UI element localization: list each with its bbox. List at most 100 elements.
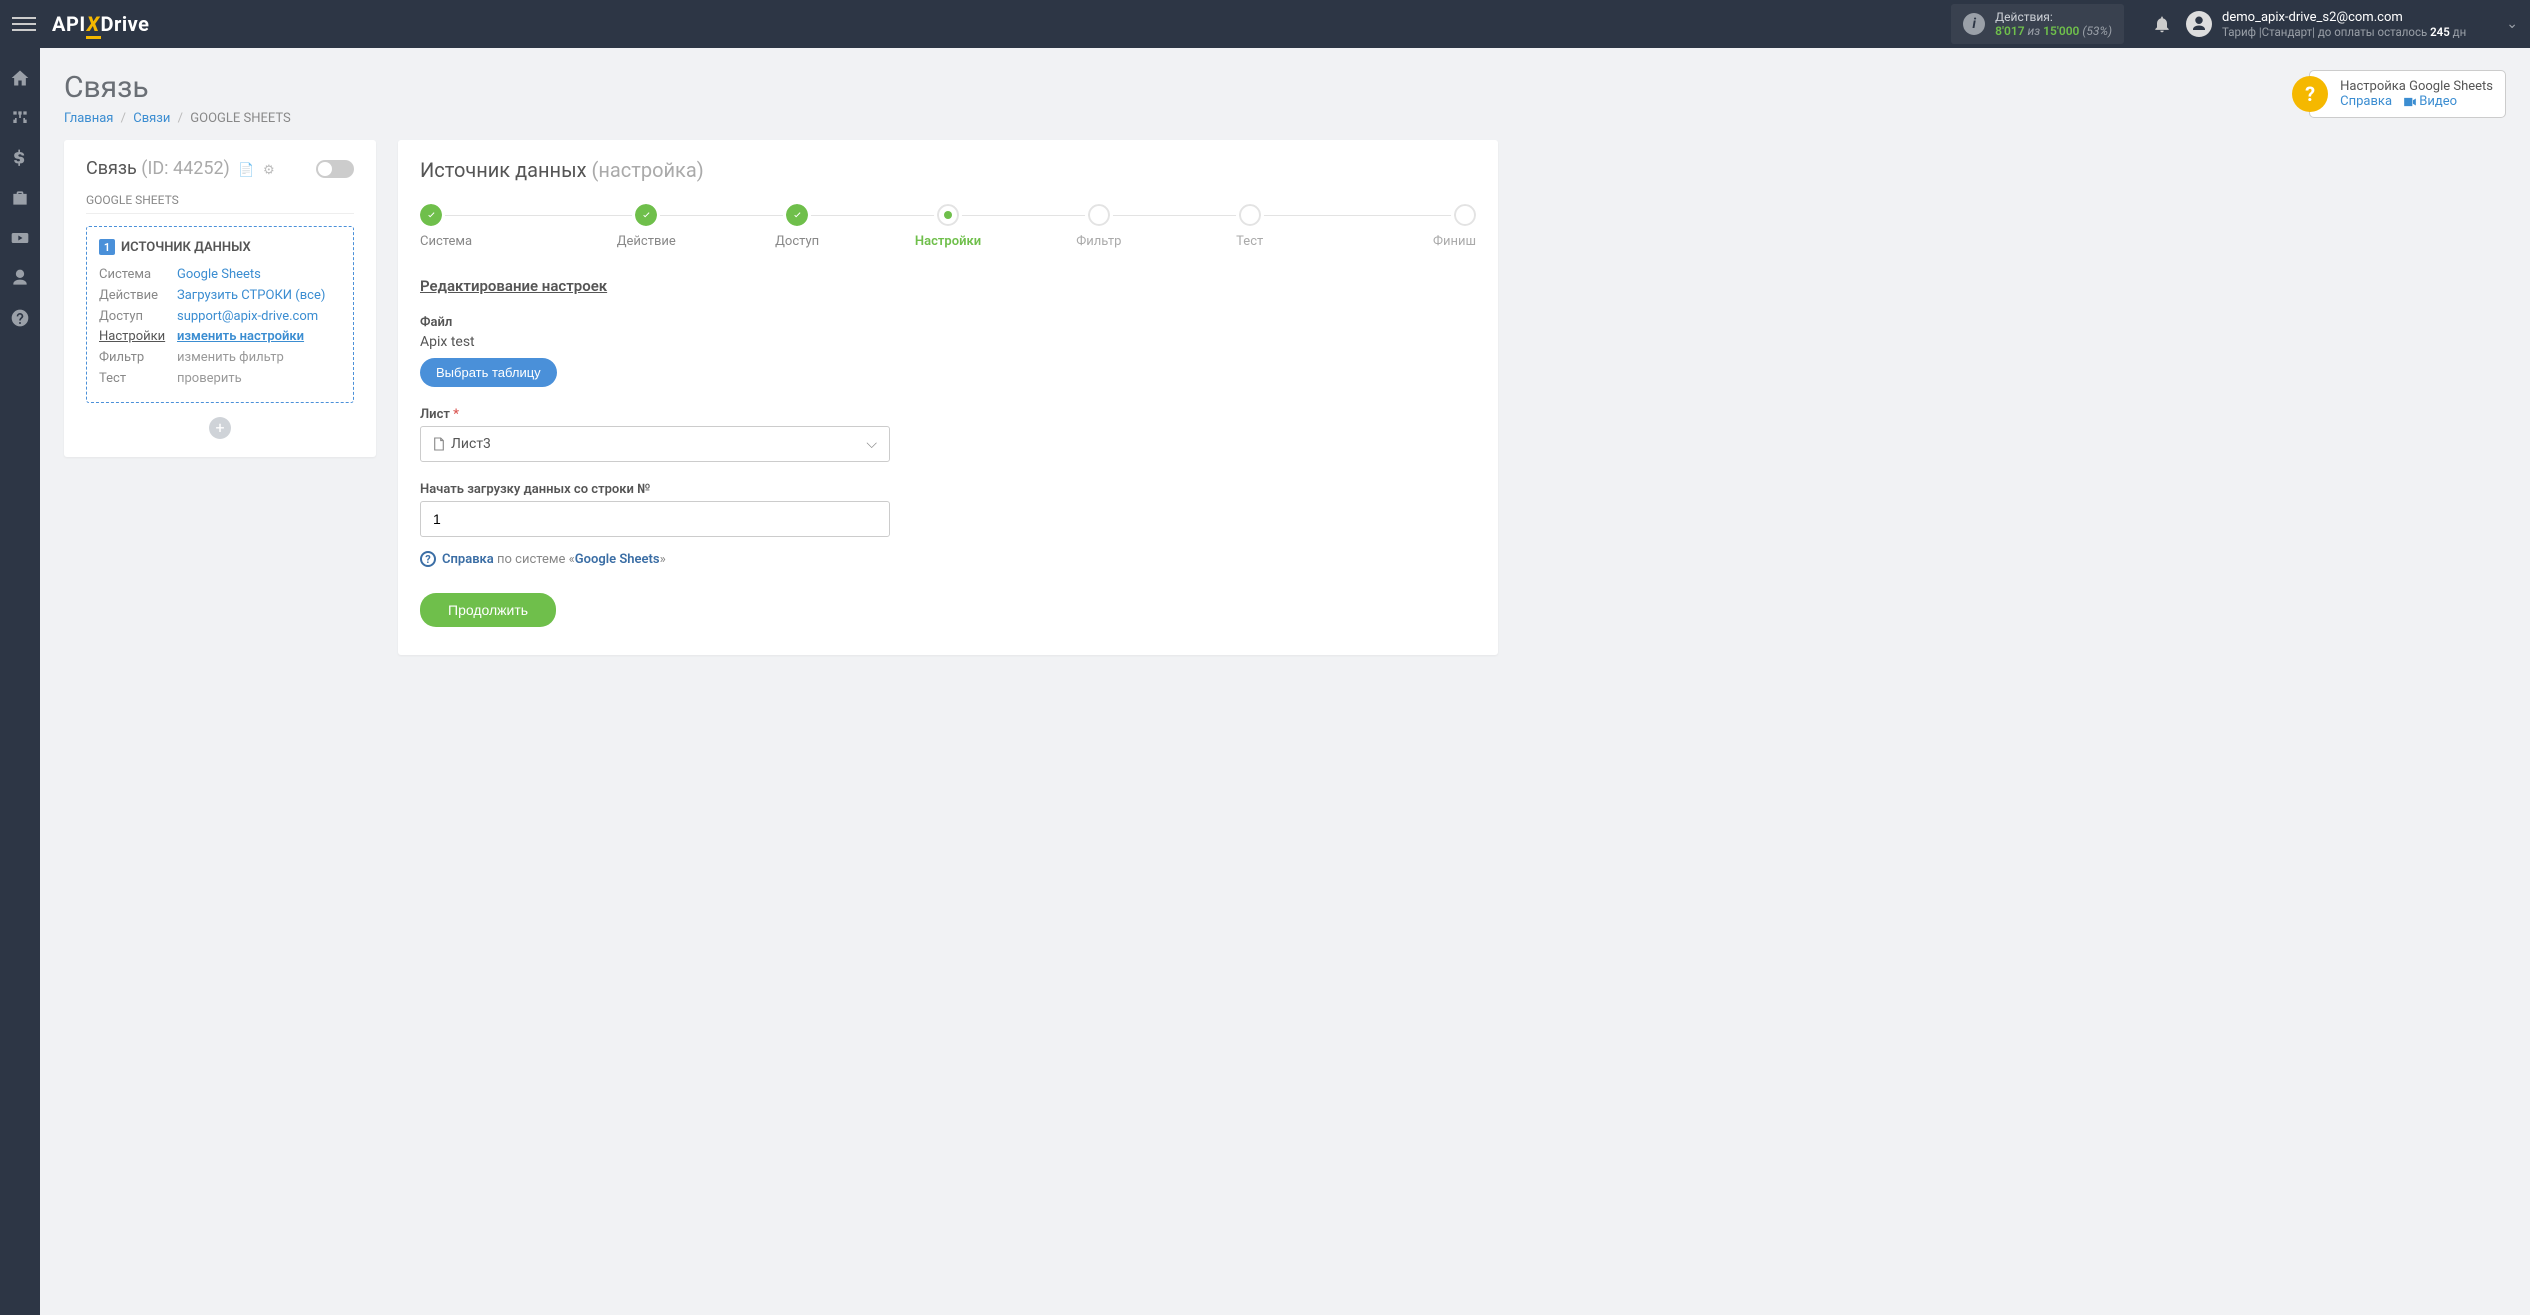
user-menu[interactable]: demo_apix-drive_s2@com.com Тариф |Станда… xyxy=(2186,10,2518,39)
actions-count: 8'017 xyxy=(1995,24,2024,38)
choose-table-button[interactable]: Выбрать таблицу xyxy=(420,358,557,387)
file-label: Файл xyxy=(420,315,1476,330)
step-фильтр: Фильтр xyxy=(1023,204,1174,249)
user-icon[interactable] xyxy=(10,268,30,288)
stepper: Система Действие Доступ Настройки Фильтр Тест… xyxy=(420,204,1476,249)
home-icon[interactable] xyxy=(10,68,30,88)
actions-counter[interactable]: i Действия: 8'017 из 15'000 (53%) xyxy=(1951,4,2124,44)
side-title: Связь xyxy=(86,158,137,179)
chevron-down-icon: ⌄ xyxy=(2506,16,2518,32)
main-card: Источник данных (настройка) Система Дейст… xyxy=(398,140,1498,655)
logo-part-3: Drive xyxy=(101,12,150,36)
step-dot xyxy=(420,204,442,226)
sheet-icon xyxy=(433,437,445,451)
question-circle-icon: ? xyxy=(420,551,436,567)
source-row[interactable]: Настройкиизменить настройки xyxy=(99,327,341,348)
source-row-value: Google Sheets xyxy=(177,265,261,286)
actions-label: Действия: xyxy=(1995,10,2112,24)
step-label: Тест xyxy=(1236,234,1263,249)
step-label: Финиш xyxy=(1433,234,1476,249)
source-row-value: изменить фильтр xyxy=(177,348,284,369)
side-id: (ID: 44252) xyxy=(141,158,230,179)
menu-icon[interactable] xyxy=(12,12,36,36)
top-header: APIXDrive i Действия: 8'017 из 15'000 (5… xyxy=(0,0,2530,48)
actions-total: 15'000 xyxy=(2043,24,2079,38)
step-действие[interactable]: Действие xyxy=(571,204,722,249)
step-доступ[interactable]: Доступ xyxy=(722,204,873,249)
source-row-key: Тест xyxy=(99,369,177,390)
required-mark: * xyxy=(453,407,459,422)
step-настройки[interactable]: Настройки xyxy=(873,204,1024,249)
user-tariff: Тариф |Стандарт| до оплаты осталось 245 … xyxy=(2222,25,2466,39)
source-row-key: Доступ xyxy=(99,307,177,328)
sheet-label: Лист xyxy=(420,407,450,422)
step-label: Настройки xyxy=(915,234,981,249)
chevron-down-icon: ⌵ xyxy=(866,436,877,452)
connections-icon[interactable] xyxy=(10,108,30,128)
copy-icon[interactable]: 📄 xyxy=(238,163,254,178)
gear-icon[interactable]: ⚙ xyxy=(263,163,275,178)
step-финиш: Финиш xyxy=(1325,204,1476,249)
mc-subtitle: (настройка) xyxy=(592,158,704,182)
help-system-name[interactable]: Google Sheets xyxy=(575,552,660,567)
source-row-key: Фильтр xyxy=(99,348,177,369)
actions-of: из xyxy=(2028,24,2041,38)
user-email: demo_apix-drive_s2@com.com xyxy=(2222,10,2466,25)
help-title: Настройка Google Sheets xyxy=(2340,79,2493,94)
breadcrumb: Главная / Связи / GOOGLE SHEETS xyxy=(64,111,291,126)
step-dot xyxy=(786,204,808,226)
step-система[interactable]: Система xyxy=(420,204,571,249)
side-subtitle: GOOGLE SHEETS xyxy=(86,193,354,214)
source-box-title: ИСТОЧНИК ДАННЫХ xyxy=(121,240,251,255)
step-label: Фильтр xyxy=(1076,234,1121,249)
row-input[interactable] xyxy=(420,501,890,537)
help-icon[interactable] xyxy=(10,308,30,328)
info-icon: i xyxy=(1963,13,1985,35)
source-row[interactable]: Доступsupport@apix-drive.com xyxy=(99,307,341,328)
file-value: Apix test xyxy=(420,334,1476,350)
mc-title: Источник данных xyxy=(420,158,587,182)
dollar-icon[interactable] xyxy=(10,148,30,168)
source-row[interactable]: ДействиеЗагрузить СТРОКИ (все) xyxy=(99,286,341,307)
help-system-link[interactable]: Справка xyxy=(442,552,494,567)
bell-icon[interactable] xyxy=(2152,14,2172,34)
help-ref-link[interactable]: Справка xyxy=(2340,94,2392,109)
side-card: Связь (ID: 44252) 📄 ⚙ GOOGLE SHEETS 1 ИС… xyxy=(64,140,376,457)
source-row-key: Действие xyxy=(99,286,177,307)
sheet-select[interactable]: Лист3 ⌵ xyxy=(420,426,890,462)
youtube-icon[interactable] xyxy=(10,228,30,248)
source-row-value: изменить настройки xyxy=(177,327,304,348)
add-button[interactable]: + xyxy=(209,417,231,439)
step-dot xyxy=(1239,204,1261,226)
source-row-key: Настройки xyxy=(99,327,177,348)
continue-button[interactable]: Продолжить xyxy=(420,593,556,627)
help-box: ? Настройка Google Sheets Справка Видео xyxy=(2309,70,2506,118)
help-line: ? Справка по системе «Google Sheets» xyxy=(420,551,1476,567)
question-icon[interactable]: ? xyxy=(2292,76,2328,112)
badge-1: 1 xyxy=(99,239,115,255)
left-rail xyxy=(0,48,40,1315)
source-box: 1 ИСТОЧНИК ДАННЫХ СистемаGoogle SheetsДе… xyxy=(86,226,354,403)
actions-pct: (53%) xyxy=(2082,24,2112,38)
briefcase-icon[interactable] xyxy=(10,188,30,208)
crumb-current: GOOGLE SHEETS xyxy=(190,111,290,126)
logo-part-1: API xyxy=(52,12,86,36)
step-dot xyxy=(1088,204,1110,226)
source-row[interactable]: Тестпроверить xyxy=(99,369,341,390)
step-label: Действие xyxy=(617,234,676,249)
help-video-link[interactable]: Видео xyxy=(2419,94,2457,109)
logo-part-2: X xyxy=(86,12,101,39)
step-dot xyxy=(635,204,657,226)
source-row[interactable]: Фильтризменить фильтр xyxy=(99,348,341,369)
source-row[interactable]: СистемаGoogle Sheets xyxy=(99,265,341,286)
row-label: Начать загрузку данных со строки № xyxy=(420,482,1476,497)
video-icon xyxy=(2403,96,2417,108)
enable-toggle[interactable] xyxy=(316,160,354,178)
section-title: Редактирование настроек xyxy=(420,277,1476,295)
step-тест: Тест xyxy=(1174,204,1325,249)
logo[interactable]: APIXDrive xyxy=(52,12,149,36)
crumb-home[interactable]: Главная xyxy=(64,111,113,126)
source-row-value: Загрузить СТРОКИ (все) xyxy=(177,286,325,307)
step-label: Система xyxy=(420,234,472,249)
crumb-links[interactable]: Связи xyxy=(133,111,170,126)
